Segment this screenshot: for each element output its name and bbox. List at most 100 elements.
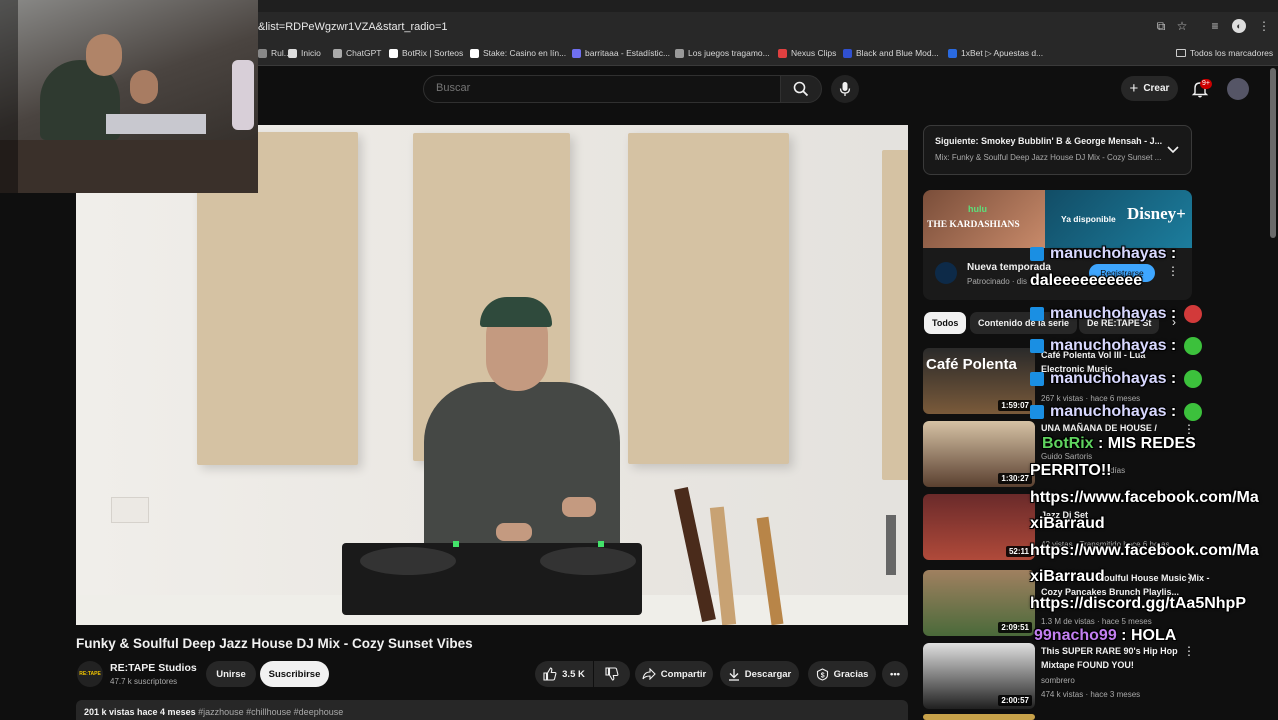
chat-message: https://www.facebook.com/Ma bbox=[1030, 542, 1259, 560]
chat-message: xiBarraud bbox=[1030, 515, 1105, 533]
star-icon[interactable]: ☆ bbox=[1175, 19, 1189, 33]
bookmark-item[interactable]: Black and Blue Mod... bbox=[843, 48, 939, 58]
item-menu-icon[interactable]: ⋮ bbox=[1183, 644, 1195, 658]
video-title[interactable]: UNA MAÑANA DE HOUSE / bbox=[1041, 423, 1157, 433]
share-button[interactable]: Compartir bbox=[635, 661, 713, 687]
bookmark-label: Black and Blue Mod... bbox=[856, 48, 939, 58]
media-icon[interactable]: ≡ bbox=[1208, 19, 1222, 33]
search-button[interactable] bbox=[780, 75, 822, 103]
wall-outlet bbox=[111, 497, 149, 523]
join-button[interactable]: Unirse bbox=[206, 661, 256, 687]
plus-icon: + bbox=[1129, 80, 1139, 97]
ad-menu-icon[interactable]: ⋮ bbox=[1167, 264, 1179, 278]
streamer-webcam bbox=[0, 0, 258, 193]
up-next-box[interactable] bbox=[923, 125, 1192, 175]
bookmark-item[interactable]: 1xBet ▷ Apuestas d... bbox=[948, 48, 1043, 59]
scrollbar[interactable] bbox=[1270, 68, 1276, 238]
bookmark-label: ChatGPT bbox=[346, 48, 382, 58]
person-face bbox=[86, 34, 122, 76]
join-label: Unirse bbox=[216, 668, 246, 680]
chat-text: HOLA bbox=[1130, 627, 1177, 644]
bookmark-favicon-icon bbox=[389, 48, 398, 58]
item-menu-icon[interactable]: ⋮ bbox=[1183, 422, 1195, 436]
dislike-button[interactable] bbox=[594, 661, 630, 687]
chevron-down-icon[interactable] bbox=[1167, 145, 1179, 155]
url-text[interactable]: &list=RDPeWgzwr1VZA&start_radio=1 bbox=[258, 21, 448, 33]
install-app-icon[interactable]: ⧉ bbox=[1154, 19, 1168, 33]
channel-avatar[interactable]: RE:TAPE bbox=[77, 661, 103, 687]
video-thumbnail[interactable]: 2:09:51 bbox=[923, 570, 1035, 636]
chat-username: manuchohayas bbox=[1050, 245, 1167, 262]
video-meta: 474 k vistas · hace 3 meses bbox=[1041, 690, 1141, 699]
video-player[interactable] bbox=[76, 125, 908, 625]
chat-text: https://www.facebook.com/Ma bbox=[1030, 542, 1259, 559]
video-thumbnail[interactable]: 1:30:27 bbox=[923, 421, 1035, 487]
create-button[interactable]: + Crear bbox=[1121, 76, 1178, 101]
video-thumbnail[interactable] bbox=[923, 714, 1035, 720]
bookmark-item[interactable]: Stake: Casino en lín... bbox=[470, 48, 566, 58]
video-title-line2[interactable]: Mixtape FOUND YOU! bbox=[1041, 660, 1134, 670]
bookmark-label: Nexus Clips bbox=[791, 48, 837, 58]
bookmark-label: Rul.. bbox=[271, 48, 289, 58]
search-box[interactable] bbox=[423, 75, 781, 103]
bookmark-label: Los juegos tragamo... bbox=[688, 48, 770, 58]
dj-cap bbox=[480, 297, 552, 327]
all-bookmarks[interactable]: Todos los marcadores bbox=[1176, 48, 1273, 58]
subscriber-count: 47.7 k suscriptores bbox=[110, 677, 178, 686]
subscribe-label: Suscribirse bbox=[268, 668, 321, 680]
bottle bbox=[232, 60, 254, 130]
chat-emote-icon bbox=[1184, 305, 1203, 323]
profile-icon[interactable]: ◐ bbox=[1232, 19, 1246, 33]
video-title[interactable]: This SUPER RARE 90's Hip Hop bbox=[1041, 646, 1178, 656]
chat-message: https://discord.gg/tAa5NhpP bbox=[1030, 595, 1246, 613]
video-thumbnail[interactable]: 52:11 bbox=[923, 494, 1035, 560]
pad-light bbox=[598, 541, 604, 547]
chat-message: daleeeeeeeeee bbox=[1030, 272, 1142, 290]
video-thumbnail[interactable]: 2:00:57 bbox=[923, 643, 1035, 709]
menu-dots-icon[interactable]: ⋮ bbox=[1257, 19, 1271, 33]
chat-message: BotRix : MIS REDES bbox=[1042, 435, 1196, 453]
desk bbox=[0, 140, 258, 193]
bookmark-label: BotRix | Sorteos bbox=[402, 48, 464, 58]
subscribe-button[interactable]: Suscribirse bbox=[260, 661, 329, 687]
search-input[interactable] bbox=[436, 82, 756, 94]
all-bookmarks-label: Todos los marcadores bbox=[1190, 48, 1274, 58]
person-face bbox=[130, 70, 158, 104]
chat-message: PERRITO!! bbox=[1030, 462, 1111, 480]
video-meta: días bbox=[1110, 466, 1126, 475]
voice-search-button[interactable] bbox=[831, 75, 859, 103]
thanks-label: Gracias bbox=[833, 668, 869, 680]
bookmark-favicon-icon bbox=[572, 48, 581, 58]
bookmark-item[interactable]: Rul.. bbox=[258, 48, 288, 58]
avatar[interactable] bbox=[1227, 78, 1249, 100]
bookmark-item[interactable]: Los juegos tragamo... bbox=[675, 48, 770, 58]
bookmark-favicon-icon bbox=[948, 49, 957, 58]
chat-separator: : bbox=[1166, 305, 1177, 323]
bookmark-item[interactable]: barritaaa - Estadístic... bbox=[572, 48, 670, 58]
bookmark-item[interactable]: BotRix | Sorteos bbox=[389, 48, 463, 58]
channel-name[interactable]: RE:TAPE Studios bbox=[110, 662, 197, 674]
bookmark-item[interactable]: Inicio bbox=[288, 48, 321, 58]
chat-separator: : bbox=[1116, 627, 1131, 644]
ad-image-right: Ya disponible Disney+ bbox=[1045, 190, 1192, 248]
bookmark-item[interactable]: ChatGPT bbox=[333, 48, 381, 58]
bookmark-label: 1xBet ▷ Apuestas d... bbox=[961, 48, 1044, 58]
chat-emote-icon bbox=[1184, 403, 1203, 421]
thumbnail-text: Café Polenta bbox=[926, 356, 1017, 373]
bookmark-favicon-icon bbox=[778, 48, 787, 58]
share-label: Compartir bbox=[660, 668, 707, 680]
like-button[interactable]: 3.5 K bbox=[535, 661, 593, 687]
bookmark-label: Stake: Casino en lín... bbox=[483, 48, 567, 58]
more-actions-button[interactable]: ••• bbox=[882, 661, 908, 687]
thanks-button[interactable]: $ Gracias bbox=[808, 661, 876, 687]
item-menu-icon[interactable]: ⋮ bbox=[1183, 571, 1195, 585]
bookmark-item[interactable]: Nexus Clips bbox=[778, 48, 836, 58]
video-duration: 2:00:57 bbox=[998, 695, 1032, 706]
hashtags[interactable]: #jazzhouse #chillhouse #deephouse bbox=[198, 707, 343, 717]
download-button[interactable]: Descargar bbox=[720, 661, 799, 687]
bookmark-favicon-icon bbox=[288, 48, 297, 58]
video-thumbnail[interactable]: Café Polenta 1:59:07 bbox=[923, 348, 1035, 414]
bookmark-label: Inicio bbox=[301, 48, 321, 58]
chat-message: 99nacho99 : HOLA bbox=[1034, 627, 1176, 645]
chip-all[interactable]: Todos bbox=[924, 312, 967, 334]
